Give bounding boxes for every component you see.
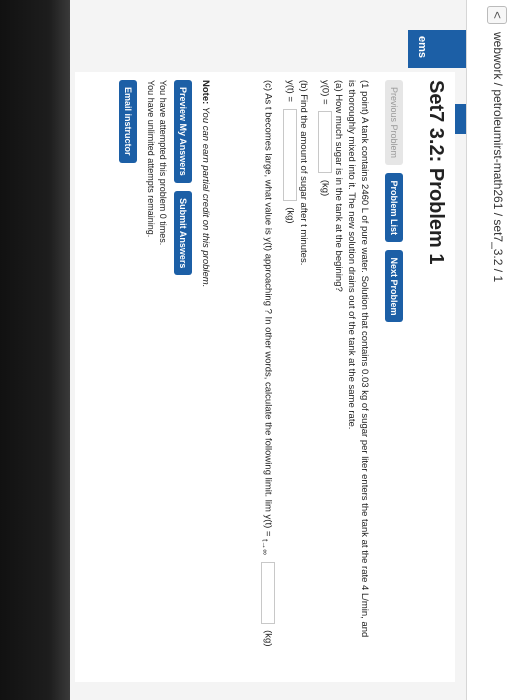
part-a-unit: (kg) xyxy=(319,179,331,197)
chevron-left-icon[interactable]: < xyxy=(487,6,507,24)
answer-a-input[interactable] xyxy=(318,111,332,174)
answer-b-input[interactable] xyxy=(283,108,297,201)
sidebar-item-problems[interactable]: ems xyxy=(408,30,466,68)
part-a-lhs: y(0) = xyxy=(319,80,331,105)
attempts-info: You have attempted this problem 0 times.… xyxy=(145,80,169,245)
problem-body: (1 point) A tank contains 2460 L of pure… xyxy=(259,80,371,670)
part-b-row: y(t) = (kg) xyxy=(283,80,297,670)
part-c-row: (c) As t becomes large, what value is y(… xyxy=(259,80,275,670)
part-c-unit: (kg) xyxy=(262,630,274,647)
sidebar-item-label: ems xyxy=(416,36,428,59)
part-c-question: (c) As t becomes large, what value is y(… xyxy=(262,80,274,498)
part-c-limit: lim y(t) = xyxy=(262,499,274,537)
email-instructor-button[interactable]: Email instructor xyxy=(119,80,137,163)
answer-c-input[interactable] xyxy=(261,561,275,624)
attempts-remaining: You have unlimited attempts remaining. xyxy=(146,80,156,238)
top-bar: < webwork / petroleumirst-math261 / set7… xyxy=(466,0,525,700)
attempts-count: You have attempted this problem 0 times. xyxy=(158,80,168,246)
part-b-unit: (kg) xyxy=(284,207,296,224)
breadcrumb: webwork / petroleumirst-math261 / set7_3… xyxy=(491,32,505,283)
browser-screen: < webwork / petroleumirst-math261 / set7… xyxy=(70,0,525,700)
problem-intro-cont: is thoroughly mixed into it. The new sol… xyxy=(346,80,357,430)
partial-credit-note: Note: You can earn partial credit on thi… xyxy=(200,80,211,287)
answer-actions: Preview My Answers Submit Answers xyxy=(174,80,193,279)
preview-answers-button[interactable]: Preview My Answers xyxy=(174,80,192,183)
part-a-row: y(0) = (kg) xyxy=(318,80,332,670)
note-text: You can earn partial credit on this prob… xyxy=(200,104,211,288)
note-label: Note: xyxy=(200,80,211,105)
part-b-question: (b) Find the amount of sugar after t min… xyxy=(298,80,309,266)
previous-problem-button[interactable]: Previous Problem xyxy=(385,80,403,166)
page-title: Set7 3.2: Problem 1 xyxy=(425,80,447,265)
main-content: Set7 3.2: Problem 1 Previous Problem Pro… xyxy=(75,72,455,682)
part-a-question: (a) How much sugar is in the tank at the… xyxy=(333,80,344,292)
problem-navigation: Previous Problem Problem List Next Probl… xyxy=(381,80,403,326)
submit-answers-button[interactable]: Submit Answers xyxy=(174,191,192,276)
problem-list-button[interactable]: Problem List xyxy=(385,173,403,242)
problem-intro: (1 point) A tank contains 2460 L of pure… xyxy=(359,80,370,638)
monitor-bezel xyxy=(0,0,70,700)
part-b-lhs: y(t) = xyxy=(284,80,296,102)
next-problem-button[interactable]: Next Problem xyxy=(385,250,403,323)
part-c-limit-sub: t→∞ xyxy=(260,539,270,555)
